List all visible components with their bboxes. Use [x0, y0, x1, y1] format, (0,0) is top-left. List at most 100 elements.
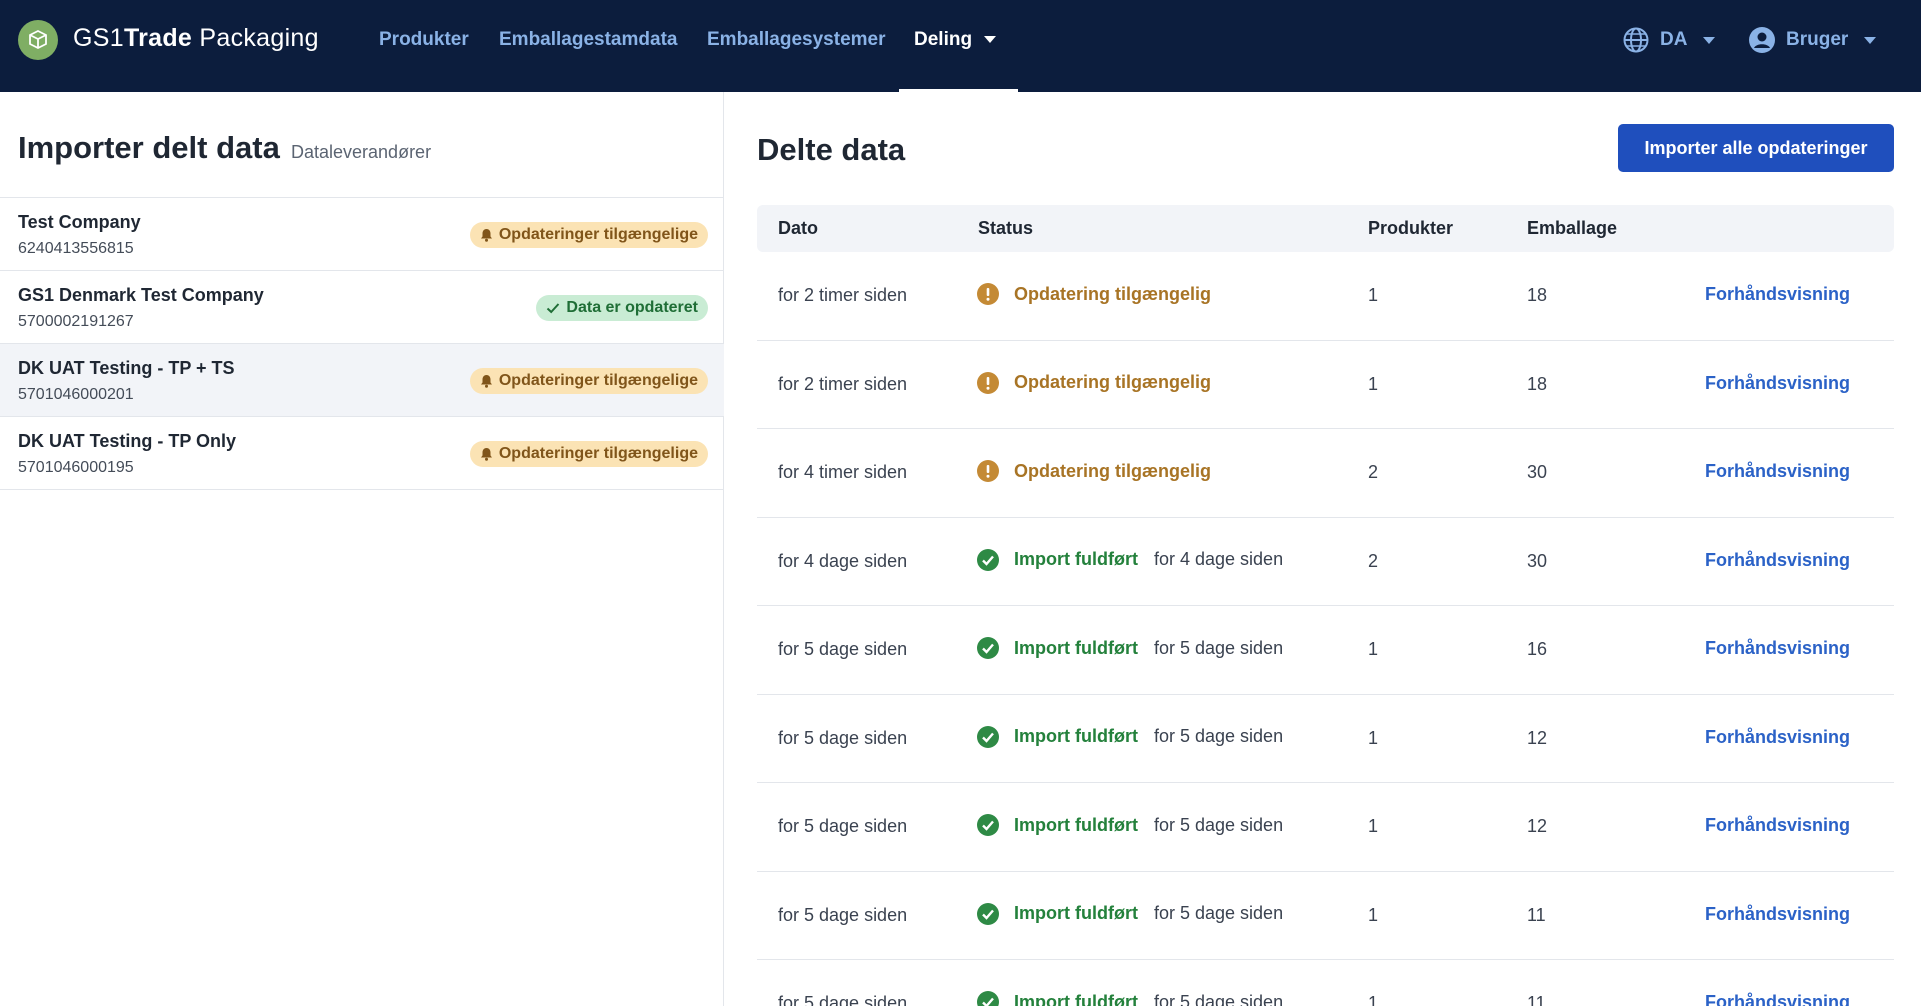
top-navigation-bar: GS1Trade Packaging Produkter Emballagest… — [0, 0, 1921, 92]
preview-link[interactable]: Forhåndsvisning — [1705, 284, 1850, 305]
bell-icon — [480, 228, 493, 242]
status-badge-label: Opdateringer tilgængelige — [498, 226, 698, 243]
page-title: Importer delt data — [18, 130, 280, 165]
table-row: for 2 timer siden Opdatering tilgængelig 1… — [757, 341, 1894, 429]
nav-emballagestamdata[interactable]: Emballagestamdata — [499, 29, 677, 51]
status-badge-label: Opdateringer tilgængelige — [498, 372, 698, 389]
user-circle-icon — [1749, 27, 1775, 53]
preview-link[interactable]: Forhåndsvisning — [1705, 727, 1850, 748]
table-row: for 4 dage siden Import fuldført for 4 dag… — [757, 518, 1894, 606]
brand-name[interactable]: GS1Trade Packaging — [73, 24, 319, 53]
status-time: for 5 dage siden — [1153, 903, 1284, 923]
status-badge: Data er opdateret — [536, 295, 708, 321]
row-date: for 2 timer siden — [778, 285, 908, 305]
check-circle-icon — [977, 725, 999, 748]
preview-link[interactable]: Forhåndsvisning — [1705, 461, 1850, 482]
package-icon[interactable] — [18, 20, 58, 60]
preview-link[interactable]: Forhåndsvisning — [1705, 638, 1850, 659]
package-icon-glyph — [29, 29, 47, 50]
row-packaging: 11 — [1527, 993, 1546, 1006]
chevron-down-icon — [1703, 36, 1716, 44]
section-title: Delte data — [757, 132, 906, 167]
row-products: 1 — [1368, 639, 1379, 659]
status-label: Opdatering tilgængelig — [1014, 460, 1211, 481]
supplier-item[interactable]: DK UAT Testing - TP Only 5701046000195 Opd… — [0, 417, 724, 490]
preview-link[interactable]: Forhåndsvisning — [1705, 373, 1850, 394]
user-label: Bruger — [1786, 29, 1849, 50]
row-status: Import fuldført for 4 dage siden — [977, 548, 1284, 571]
table-row: for 5 dage siden Import fuldført for 5 dag… — [757, 872, 1894, 960]
nav-produkter[interactable]: Produkter — [379, 29, 469, 51]
status-badge-label: Opdateringer tilgængelige — [498, 445, 698, 462]
status-badge: Opdateringer tilgængelige — [469, 222, 708, 248]
language-selector[interactable]: DA — [1622, 26, 1716, 54]
row-products: 1 — [1368, 373, 1379, 394]
preview-link[interactable]: Forhåndsvisning — [1705, 815, 1850, 836]
supplier-item[interactable]: GS1 Denmark Test Company 5700002191267 Dat… — [0, 271, 724, 344]
bell-icon — [480, 374, 493, 388]
column-header-products[interactable]: Produkter — [1368, 218, 1453, 239]
preview-link[interactable]: Forhåndsvisning — [1705, 550, 1850, 571]
supplier-name: Test Company — [18, 212, 141, 232]
row-status: Opdatering tilgængelig — [977, 283, 1211, 305]
row-status: Opdatering tilgængelig — [977, 460, 1211, 482]
supplier-gln: 5700002191267 — [18, 313, 134, 330]
column-header-date[interactable]: Dato — [778, 218, 818, 239]
column-header-packaging[interactable]: Emballage — [1527, 218, 1617, 239]
shared-data-table-body: for 2 timer siden Opdatering tilgængelig 1… — [757, 252, 1894, 1006]
chevron-down-icon — [984, 36, 997, 44]
supplier-panel: Importer delt data Dataleverandører Test… — [0, 92, 724, 1006]
row-date: for 5 dage siden — [778, 816, 908, 836]
row-products: 1 — [1368, 904, 1379, 925]
row-status: Opdatering tilgængelig — [977, 371, 1211, 394]
alert-circle-icon — [977, 283, 999, 305]
status-time: for 4 dage siden — [1153, 549, 1284, 569]
brand-suffix: Packaging — [192, 24, 319, 52]
supplier-item[interactable]: Test Company 6240413556815 Opdateringer ti… — [0, 198, 724, 271]
row-status: Import fuldført for 5 dage siden — [977, 725, 1283, 748]
table-header: Dato Status Produkter Emballage — [757, 205, 1894, 252]
table-row: for 5 dage siden Import fuldført for 5 dag… — [757, 695, 1894, 783]
status-label: Opdatering tilgængelig — [1014, 372, 1211, 392]
brand-prefix: GS1 — [73, 24, 124, 52]
row-products: 2 — [1368, 550, 1379, 571]
check-circle-icon — [977, 991, 999, 1006]
supplier-list: Test Company 6240413556815 Opdateringer ti… — [0, 197, 724, 490]
bell-icon — [480, 447, 493, 461]
table-row: for 4 timer siden Opdatering tilgængelig 2… — [757, 429, 1894, 518]
row-packaging: 11 — [1527, 904, 1546, 925]
table-row: for 5 dage siden Import fuldført for 5 dag… — [757, 606, 1894, 695]
preview-link[interactable]: Forhåndsvisning — [1705, 904, 1850, 925]
status-label: Import fuldført — [1014, 549, 1138, 569]
preview-link[interactable]: Forhåndsvisning — [1705, 992, 1850, 1006]
status-time: for 5 dage siden — [1153, 637, 1284, 658]
row-date: for 2 timer siden — [778, 373, 908, 394]
user-menu[interactable]: Bruger — [1748, 26, 1877, 54]
language-label: DA — [1660, 29, 1688, 50]
row-products: 2 — [1368, 462, 1379, 482]
row-products: 1 — [1368, 285, 1379, 305]
status-label: Import fuldført — [1014, 726, 1138, 746]
row-products: 1 — [1368, 816, 1379, 836]
table-row: for 2 timer siden Opdatering tilgængelig 1… — [757, 252, 1894, 341]
alert-circle-icon — [977, 371, 999, 394]
table-row: for 5 dage siden Import fuldført for 5 dag… — [757, 783, 1894, 872]
supplier-item[interactable]: DK UAT Testing - TP + TS 5701046000201 Opd… — [0, 344, 724, 417]
status-time: for 5 dage siden — [1153, 814, 1284, 835]
table-row: for 5 dage siden Import fuldført for 5 dag… — [757, 960, 1894, 1006]
chevron-down-icon — [1864, 36, 1877, 44]
import-all-button[interactable]: Importer alle opdateringer — [1618, 124, 1894, 172]
globe-icon — [1623, 27, 1649, 53]
nav-emballagesystemer[interactable]: Emballagesystemer — [707, 29, 886, 51]
status-label: Import fuldført — [1014, 637, 1138, 658]
supplier-gln: 5701046000195 — [18, 459, 134, 476]
nav-deling[interactable]: Deling — [914, 29, 997, 51]
supplier-name: DK UAT Testing - TP + TS — [18, 358, 235, 378]
row-packaging: 18 — [1527, 373, 1548, 394]
status-badge-label: Data er opdateret — [566, 299, 698, 316]
row-products: 1 — [1368, 993, 1379, 1006]
row-date: for 5 dage siden — [778, 993, 908, 1006]
row-packaging: 30 — [1527, 550, 1548, 571]
column-header-status[interactable]: Status — [978, 218, 1033, 239]
supplier-name: GS1 Denmark Test Company — [18, 285, 264, 305]
